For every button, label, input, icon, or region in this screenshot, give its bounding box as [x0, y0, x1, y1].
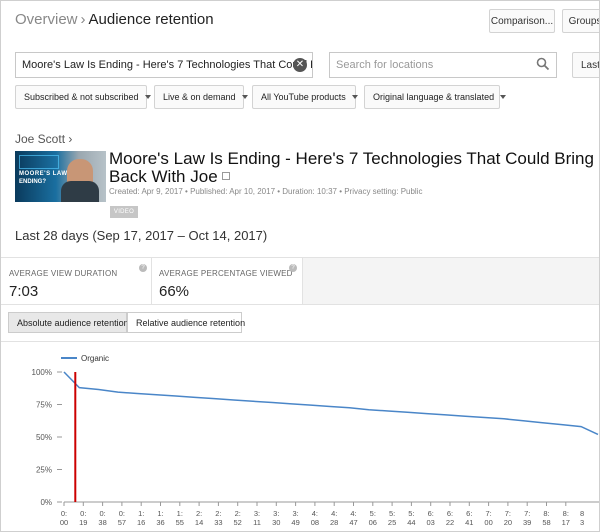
- language-filter-dropdown[interactable]: Original language & translated: [364, 85, 507, 109]
- metric-avg-percentage-viewed[interactable]: AVERAGE PERCENTAGE VIEWED 66% ?: [151, 258, 302, 304]
- metric-value: 7:03: [9, 283, 39, 300]
- relative-retention-toggle[interactable]: Relative audience retention: [127, 312, 245, 333]
- date-range-button[interactable]: Last: [572, 52, 599, 78]
- video-type-badge: VIDEO: [110, 206, 138, 218]
- chart-area: [1, 341, 599, 531]
- subscription-filter-dropdown[interactable]: Subscribed & not subscribed: [15, 85, 151, 109]
- chevron-down-icon: [351, 95, 358, 99]
- video-search-input[interactable]: Moore's Law Is Ending - Here's 7 Technol…: [15, 52, 313, 78]
- thumbnail-text: MOORE'S LAW: [19, 171, 68, 177]
- page-title: Audience retention: [88, 11, 214, 28]
- video-title[interactable]: Moore's Law Is Ending - Here's 7 Technol…: [109, 149, 600, 186]
- location-search-placeholder: Search for locations: [336, 59, 434, 71]
- chevron-down-icon: [241, 95, 248, 99]
- clear-icon[interactable]: ✕: [293, 58, 307, 72]
- absolute-retention-toggle[interactable]: Absolute audience retention: [8, 312, 129, 333]
- video-meta: Created: Apr 9, 2017 • Published: Apr 10…: [109, 187, 423, 196]
- product-filter-dropdown[interactable]: All YouTube products: [252, 85, 358, 109]
- live-filter-dropdown[interactable]: Live & on demand: [154, 85, 248, 109]
- help-icon[interactable]: ?: [139, 264, 147, 272]
- analytics-window: Overview › Audience retention Comparison..…: [0, 0, 600, 532]
- metric-label: AVERAGE VIEW DURATION: [9, 269, 118, 278]
- chevron-down-icon: [144, 95, 151, 99]
- breadcrumb: Overview › Audience retention: [15, 11, 214, 28]
- help-icon[interactable]: ?: [289, 264, 297, 272]
- chevron-down-icon: [500, 95, 507, 99]
- video-search-value: Moore's Law Is Ending - Here's 7 Technol…: [22, 59, 313, 71]
- search-icon[interactable]: [536, 57, 550, 74]
- subscription-filter-label: Subscribed & not subscribed: [24, 92, 139, 102]
- comparison-button[interactable]: Comparison...: [489, 9, 555, 33]
- product-filter-label: All YouTube products: [261, 92, 346, 102]
- thumbnail-person-shirt: [61, 181, 99, 202]
- location-search-input[interactable]: Search for locations: [329, 52, 557, 78]
- video-title-text: Moore's Law Is Ending - Here's 7 Technol…: [109, 149, 600, 186]
- live-filter-label: Live & on demand: [163, 92, 236, 102]
- breadcrumb-separator: ›: [80, 11, 86, 28]
- external-link-icon[interactable]: [221, 172, 230, 180]
- language-filter-label: Original language & translated: [373, 92, 495, 102]
- metric-value: 66%: [159, 283, 190, 300]
- groups-button[interactable]: Groups: [562, 9, 599, 33]
- thumbnail-graphic: [19, 155, 59, 169]
- breadcrumb-overview[interactable]: Overview: [15, 11, 78, 28]
- date-range-text: Last 28 days (Sep 17, 2017 – Oct 14, 201…: [15, 228, 268, 243]
- divider: [302, 258, 303, 304]
- video-thumbnail[interactable]: MOORE'S LAW ENDING?: [15, 151, 106, 202]
- metric-label: AVERAGE PERCENTAGE VIEWED: [159, 269, 293, 278]
- metrics-empty-area: [302, 258, 599, 304]
- thumbnail-text: ENDING?: [19, 179, 46, 185]
- channel-link[interactable]: Joe Scott ›: [15, 132, 72, 146]
- metrics-bar: AVERAGE VIEW DURATION 7:03 ? AVERAGE PER…: [1, 257, 599, 305]
- metric-avg-view-duration[interactable]: AVERAGE VIEW DURATION 7:03 ?: [1, 258, 151, 304]
